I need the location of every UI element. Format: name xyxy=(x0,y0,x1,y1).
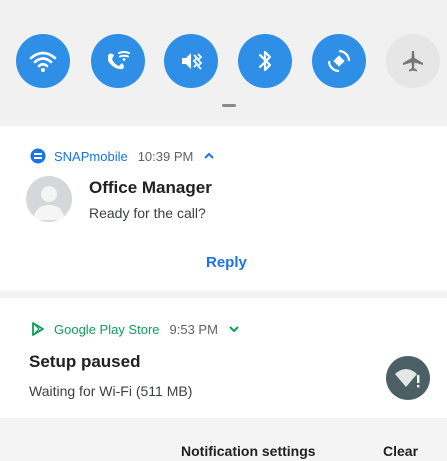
bluetooth-tile[interactable] xyxy=(238,34,292,88)
auto-rotate-icon xyxy=(327,49,351,73)
notification-header: Google Play Store 9:53 PM xyxy=(30,321,240,337)
avatar-person-icon xyxy=(33,186,65,220)
notification-text: Waiting for Wi-Fi (511 MB) xyxy=(29,383,193,399)
notification-time: 10:39 PM xyxy=(137,148,194,164)
chevron-down-icon[interactable] xyxy=(228,325,240,333)
airplane-mode-tile[interactable] xyxy=(386,34,440,88)
quick-settings-panel xyxy=(0,0,447,120)
notification-settings-button[interactable]: Notification settings xyxy=(181,443,316,459)
notification-time: 9:53 PM xyxy=(169,321,218,337)
wifi-icon xyxy=(29,51,57,72)
snapmobile-app-icon xyxy=(30,148,46,164)
wifi-alert-badge xyxy=(386,356,430,400)
wifi-calling-tile[interactable] xyxy=(91,34,145,88)
play-store-icon xyxy=(32,322,44,336)
wifi-tile[interactable] xyxy=(16,34,70,88)
avatar xyxy=(26,176,72,222)
notification-header: SNAPmobile 10:39 PM xyxy=(30,148,215,164)
bluetooth-icon xyxy=(258,50,272,72)
notification-title: Office Manager xyxy=(89,178,212,197)
chevron-up-icon[interactable] xyxy=(203,152,215,160)
wifi-alert-icon xyxy=(395,369,420,388)
auto-rotate-tile[interactable] xyxy=(312,34,366,88)
clear-all-button[interactable]: Clear xyxy=(383,443,418,459)
vibrate-icon xyxy=(182,53,203,70)
app-name: SNAPmobile xyxy=(54,148,128,164)
reply-button[interactable]: Reply xyxy=(206,254,247,271)
wifi-calling-icon xyxy=(108,51,130,70)
app-name: Google Play Store xyxy=(54,321,160,337)
notification-text: Ready for the call? xyxy=(89,205,206,221)
drag-handle[interactable] xyxy=(222,104,236,107)
airplane-mode-icon xyxy=(403,51,423,72)
vibrate-tile[interactable] xyxy=(164,34,218,88)
notification-title: Setup paused xyxy=(29,352,141,371)
